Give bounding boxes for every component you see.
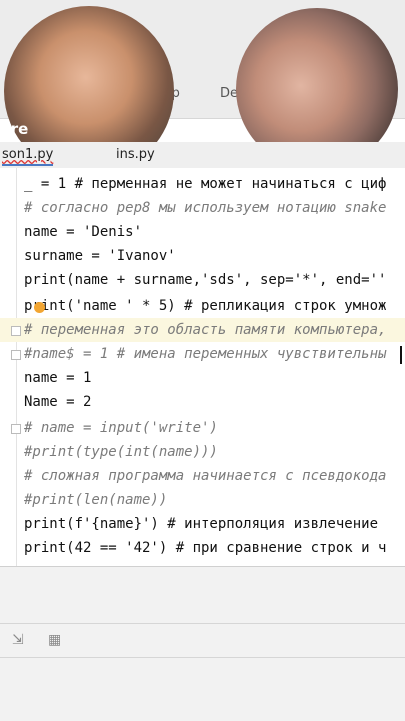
fold-marker-icon[interactable]: [11, 326, 21, 336]
code-editor[interactable]: _ = 1 # перменная не может начинаться с …: [0, 168, 405, 566]
run-icon[interactable]: ⇲: [12, 631, 24, 648]
text-caret: [400, 346, 402, 364]
code-line[interactable]: _ = 1 # перменная не может начинаться с …: [24, 172, 386, 196]
tool-window: ⇲ ▦: [0, 566, 405, 721]
code-line[interactable]: name = 'Denis': [24, 220, 142, 244]
code-line[interactable]: Name = 2: [24, 390, 91, 414]
tab-lesson1-label: son1.py: [2, 147, 54, 162]
grid-icon[interactable]: ▦: [48, 631, 61, 648]
code-line[interactable]: #name$ = 1 # имена переменных чувствител…: [24, 342, 386, 366]
divider: [0, 623, 405, 624]
code-line[interactable]: print(name + surname,'sds', sep='*', end…: [24, 268, 386, 292]
code-line[interactable]: surname = 'Ivanov': [24, 244, 176, 268]
gutter: [16, 168, 17, 566]
code-line[interactable]: # переменная это область памяти компьюте…: [24, 318, 386, 342]
code-line[interactable]: #print(type(int(name))): [24, 440, 218, 464]
code-line[interactable]: print(f'{name}') # интерполяция извлечен…: [24, 512, 378, 536]
tab-second-label: ins.py: [116, 147, 155, 162]
code-line[interactable]: print(42 == '42') # при сравнение строк …: [24, 536, 386, 560]
code-line[interactable]: print('name ' * 5) # репликация строк ум…: [24, 294, 386, 318]
tab-lesson1[interactable]: son1.py: [2, 147, 54, 166]
code-line[interactable]: # name = input('write'): [24, 416, 218, 440]
fold-marker-icon[interactable]: [11, 350, 21, 360]
code-line[interactable]: name = 1: [24, 366, 91, 390]
code-line[interactable]: # сложная программа начинается с псевдок…: [24, 464, 386, 488]
tab-second[interactable]: ins.py: [116, 147, 155, 162]
lightbulb-icon[interactable]: [34, 302, 45, 313]
fold-marker-icon[interactable]: [11, 424, 21, 434]
participant-name: dre: [0, 120, 29, 138]
divider: [0, 657, 405, 658]
code-line[interactable]: # согласно pep8 мы используем нотацию sn…: [24, 196, 386, 220]
editor-tabs: son1.py ins.py: [0, 142, 405, 169]
code-line[interactable]: #print(len(name)): [24, 488, 167, 512]
